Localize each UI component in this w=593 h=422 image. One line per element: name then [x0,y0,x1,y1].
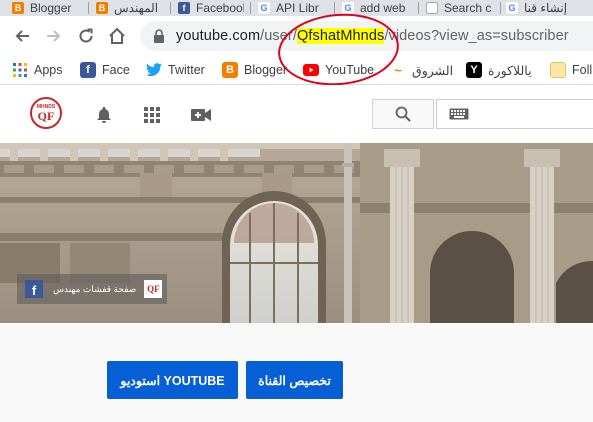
bookmark-label: Face [102,63,130,77]
home-button[interactable] [107,26,127,46]
tab-separator [500,2,501,14]
reload-button[interactable] [76,26,96,46]
forward-button[interactable] [44,26,64,46]
tab-label: Facebook [196,1,244,15]
search-button[interactable] [372,99,434,129]
shorouk-icon: ~ [394,62,402,78]
blogger-icon: B [12,2,24,14]
bookmark-label: Apps [34,63,63,77]
facebook-icon: f [178,2,190,14]
bookmark-face[interactable]: f Face [80,61,130,79]
tab-label: Blogger [30,1,72,15]
channel-avatar[interactable]: MHNDS QF [30,97,62,129]
home-icon [109,27,125,44]
facebook-link-icon[interactable]: f [25,280,43,298]
twitter-icon [146,62,162,78]
youtube-header: MHNDS QF [0,85,593,143]
keyboard-icon[interactable] [449,108,469,120]
channel-logo-link[interactable]: QF [144,280,163,298]
tab-create-channel[interactable]: G إنشاء قنا [506,0,593,16]
tab-separator [418,2,419,14]
bookmark-folder[interactable]: Foll [550,61,592,79]
url-host: youtube.com [176,28,261,44]
youtube-icon [426,2,438,14]
youtube-studio-button[interactable]: استوديو YOUTUBE [107,361,238,399]
tab-separator [334,2,335,14]
tab-separator [250,2,251,14]
tab-facebook[interactable]: f Facebook [178,0,244,16]
yallakora-icon: Y [466,62,482,78]
folder-icon [550,62,566,78]
bell-icon[interactable] [94,105,114,125]
customize-channel-button[interactable]: تخصيص القناة [246,361,343,399]
tab-separator [88,2,89,14]
create-video-icon[interactable] [190,105,212,125]
arrow-left-icon [15,30,29,42]
bookmark-shorouk[interactable]: ~ الشروق [390,61,453,79]
google-icon: G [506,2,518,14]
banner-social-links: f صفحة قفشات مهندس QF [17,274,167,304]
lock-icon [154,29,164,43]
facebook-icon: f [80,62,96,78]
bookmark-label: Twitter [168,63,205,77]
tab-label: Search c [444,1,492,15]
bookmark-label: ياللاكورة [488,63,532,78]
google-icon: G [342,2,354,14]
tab-almohandes[interactable]: B المهندس [96,0,164,16]
bookmark-yallakora[interactable]: Y ياللاكورة [466,61,532,79]
tab-label: إنشاء قنا [524,1,568,15]
google-icon: G [258,2,270,14]
avatar-main-text: QF [37,109,55,123]
bookmark-blogger[interactable]: B Blogger [222,61,287,79]
tab-api-library[interactable]: G API Libr [258,0,328,16]
tab-label: المهندس [114,1,159,15]
tab-blogger[interactable]: B Blogger [12,0,84,16]
back-button[interactable] [12,26,32,46]
bookmark-twitter[interactable]: Twitter [146,61,205,79]
tab-label: add web [360,1,406,15]
bookmark-label: Foll [572,63,593,77]
browser-tab-strip: B Blogger B المهندس f Facebook G API Lib… [0,0,593,16]
search-input[interactable] [436,99,593,129]
arrow-right-icon [47,30,61,42]
blogger-icon: B [96,2,108,14]
bookmark-label: Blogger [244,63,288,77]
apps-grid-icon [12,62,28,78]
tab-separator [170,2,171,14]
bookmark-label: الشروق [412,63,454,78]
bookmark-apps[interactable]: Apps [12,61,63,79]
blogger-icon: B [222,62,238,78]
apps-icon[interactable] [142,105,162,125]
banner-link-text[interactable]: صفحة قفشات مهندس [53,284,136,295]
tab-label: API Libr [276,1,319,15]
channel-banner: f صفحة قفشات مهندس QF [0,143,593,323]
search-icon [395,106,411,122]
url-path-suffix: /videos?view_as=subscriber [384,28,569,44]
reload-icon [79,28,93,43]
tab-search-console[interactable]: Search c [426,0,494,16]
